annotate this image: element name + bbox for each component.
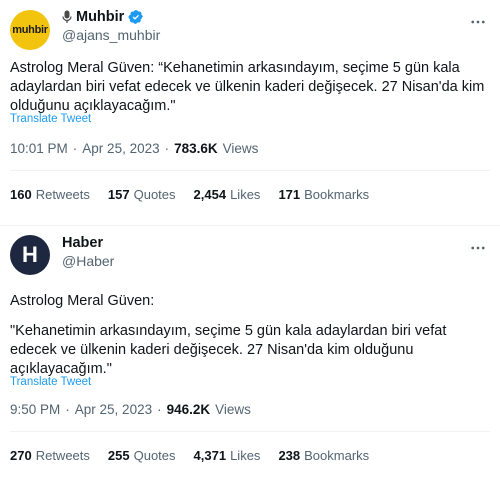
translate-tweet-link[interactable]: Translate Tweet: [10, 376, 91, 388]
tweet-time[interactable]: 10:01 PM: [10, 141, 68, 156]
translate-tweet-link[interactable]: Translate Tweet: [10, 113, 91, 125]
divider: [10, 170, 490, 171]
stat-count: 270: [10, 448, 32, 463]
views-label: Views: [222, 141, 259, 156]
stat-count: 238: [278, 448, 301, 463]
more-horizontal-icon[interactable]: [468, 238, 488, 258]
stat-bookmarks[interactable]: 238 Bookmarks: [278, 448, 369, 463]
stat-count: 2,454: [193, 187, 227, 202]
stat-label: Quotes: [133, 448, 176, 463]
tweet-date[interactable]: Apr 25, 2023: [82, 141, 159, 156]
views-count: 946.2K: [166, 402, 211, 417]
author-display-name[interactable]: Haber: [62, 235, 103, 251]
tweet-text-line1: Astrolog Meral Güven:: [10, 293, 155, 309]
tweet-muhbir: muhbir Muhbir @ajans_muhbir Astrolog Mer…: [0, 0, 500, 226]
stat-retweets[interactable]: 270 Retweets: [10, 448, 90, 463]
stat-quotes[interactable]: 157 Quotes: [108, 187, 176, 202]
tweet-stats: 160 Retweets 157 Quotes 2,454 Likes 171 Book…: [10, 187, 369, 202]
tweet-date[interactable]: Apr 25, 2023: [75, 402, 152, 417]
stat-label: Retweets: [35, 187, 90, 202]
author-row: Muhbir: [62, 9, 144, 25]
views-count: 783.6K: [174, 141, 218, 156]
tweet-time[interactable]: 9:50 PM: [10, 402, 60, 417]
author-handle[interactable]: @ajans_muhbir: [62, 27, 160, 43]
views-label: Views: [215, 402, 251, 417]
avatar-haber[interactable]: H: [10, 235, 50, 275]
stat-label: Retweets: [35, 448, 90, 463]
tweet-text-quote: "Kehanetimin arkasındayım, seçime 5 gün …: [10, 323, 447, 377]
tweet-meta: 9:50 PM · Apr 25, 2023 · 946.2K Views: [10, 402, 251, 417]
stat-label: Likes: [230, 448, 261, 463]
stat-count: 160: [10, 187, 32, 202]
stat-bookmarks[interactable]: 171 Bookmarks: [278, 187, 369, 202]
avatar-logo-text: muhbir: [12, 24, 48, 36]
stat-likes[interactable]: 2,454 Likes: [194, 187, 261, 202]
stat-label: Likes: [230, 187, 261, 202]
author-handle[interactable]: @Haber: [62, 253, 114, 269]
stat-count: 171: [278, 187, 301, 202]
tweet-stats: 270 Retweets 255 Quotes 4,371 Likes 238 Book…: [10, 448, 369, 463]
verified-badge-icon: [128, 9, 144, 25]
tweet-meta: 10:01 PM · Apr 25, 2023 · 783.6K Views: [10, 141, 259, 156]
microphone-icon: [62, 10, 72, 24]
tweet-text: Astrolog Meral Güven: “Kehanetimin arkas…: [10, 60, 485, 114]
stat-label: Bookmarks: [304, 448, 370, 463]
avatar-logo-text: H: [22, 242, 38, 267]
author-display-name[interactable]: Muhbir: [76, 9, 124, 25]
stat-label: Quotes: [133, 187, 176, 202]
author-row: Haber: [62, 235, 103, 251]
tweet-haber: H Haber @Haber Astrolog Meral Güven: "Ke…: [0, 226, 500, 481]
stat-retweets[interactable]: 160 Retweets: [10, 187, 90, 202]
stat-quotes[interactable]: 255 Quotes: [108, 448, 176, 463]
stat-count: 4,371: [193, 448, 227, 463]
avatar-muhbir[interactable]: muhbir: [10, 10, 50, 50]
stat-likes[interactable]: 4,371 Likes: [194, 448, 261, 463]
stat-label: Bookmarks: [304, 187, 370, 202]
stat-count: 255: [107, 448, 130, 463]
stat-count: 157: [107, 187, 130, 202]
more-horizontal-icon[interactable]: [468, 12, 488, 32]
divider: [10, 431, 490, 432]
